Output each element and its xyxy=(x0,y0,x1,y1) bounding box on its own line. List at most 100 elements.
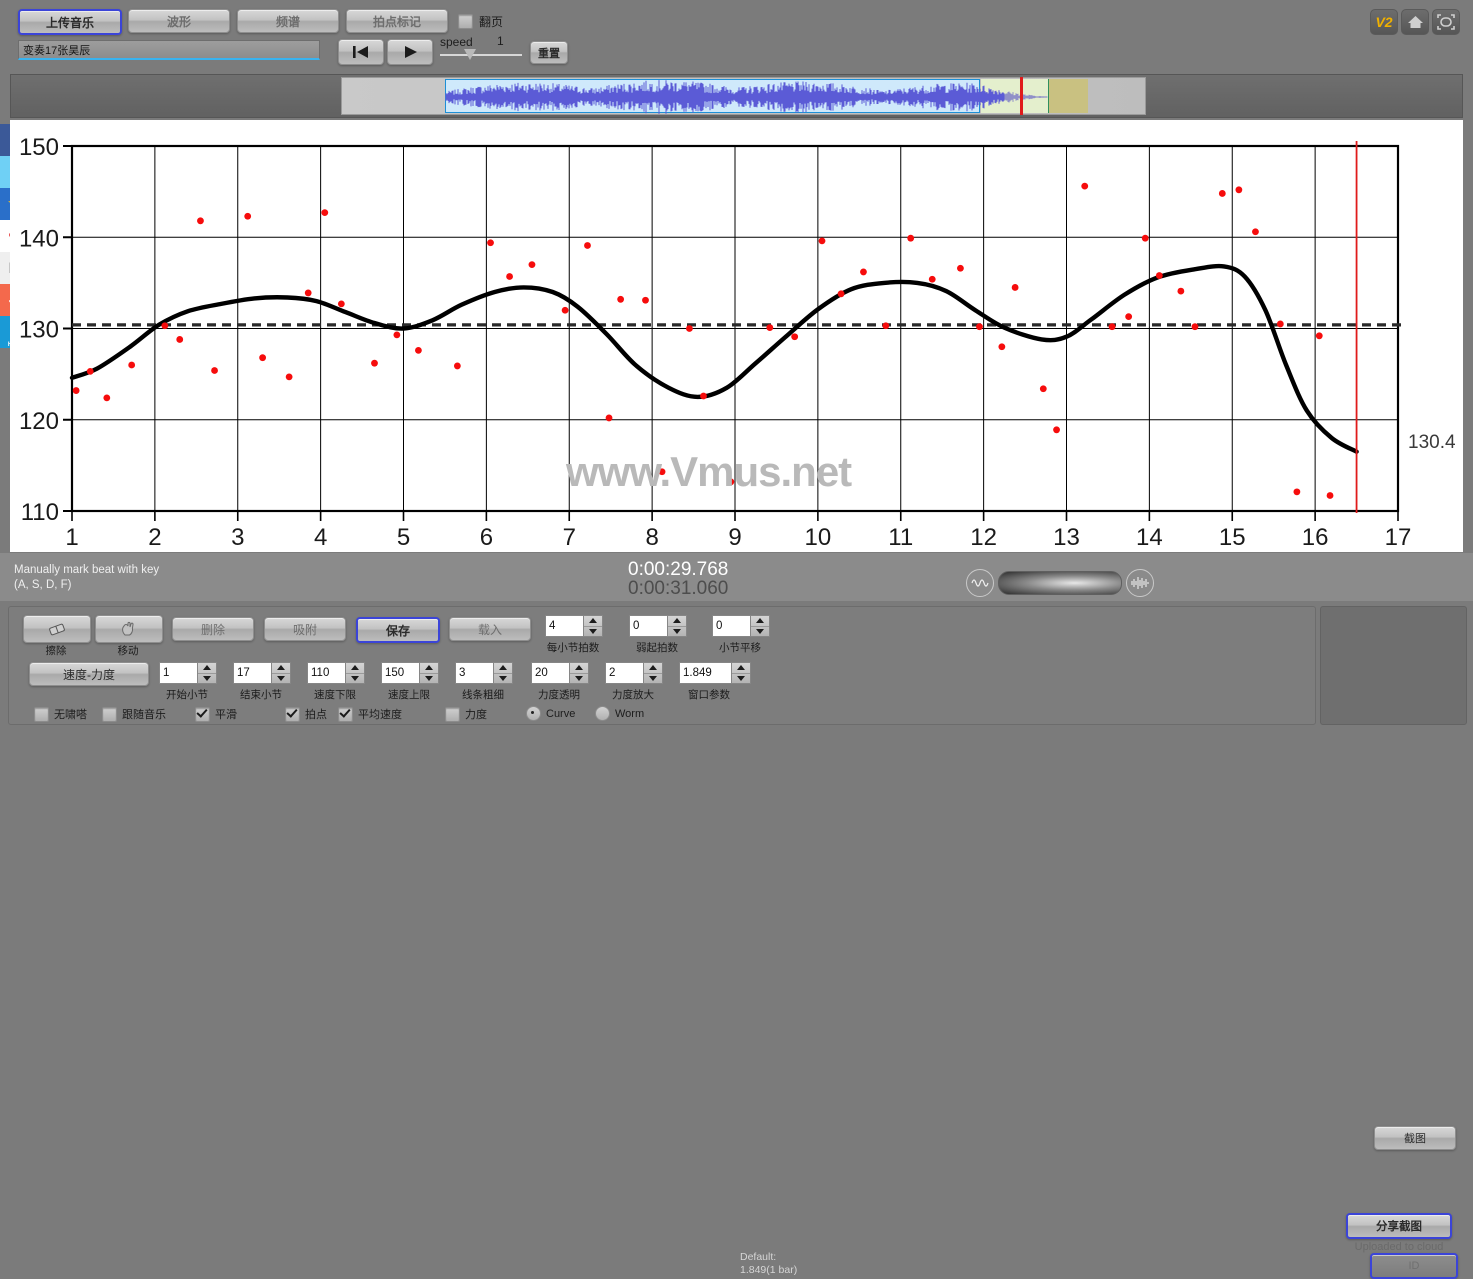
beats-per-bar-spinner[interactable]: 4 xyxy=(545,615,603,637)
delete-button[interactable]: 删除 xyxy=(172,617,254,641)
line-width-spinner[interactable]: 3 xyxy=(455,662,513,684)
waveform-loop-region[interactable] xyxy=(980,79,1048,113)
window-param-spinner[interactable]: 1.849 xyxy=(679,662,751,684)
tempo-max-spinner[interactable]: 150 xyxy=(381,662,439,684)
start-bar-spinner[interactable]: 1 xyxy=(159,662,217,684)
beats-per-bar-arrows[interactable] xyxy=(583,615,603,637)
tab-upload-music[interactable]: 上传音乐 xyxy=(18,9,122,35)
tab-waveform[interactable]: 波形 xyxy=(128,9,230,33)
beat-tempo-point xyxy=(72,387,80,394)
end-bar-arrows[interactable] xyxy=(271,662,291,684)
tab-spectrum[interactable]: 频谱 xyxy=(237,9,339,33)
window-param-value[interactable]: 1.849 xyxy=(679,662,731,684)
waveform-overview-bar[interactable] xyxy=(10,74,1463,118)
radio-curve[interactable]: Curve xyxy=(526,706,575,721)
line-width-arrows[interactable] xyxy=(493,662,513,684)
waveform-high-icon[interactable] xyxy=(1126,569,1154,597)
screenshot-button[interactable]: 截图 xyxy=(1374,1126,1456,1150)
option-beats[interactable]: 拍点 xyxy=(285,706,327,722)
waveform-low-icon[interactable] xyxy=(966,569,994,597)
dynamics-gain-value[interactable]: 2 xyxy=(605,662,643,684)
option-average-tempo-checkbox[interactable] xyxy=(338,706,353,722)
dynamics-gain-spinner[interactable]: 2 xyxy=(605,662,663,684)
radio-curve-control[interactable] xyxy=(526,706,541,721)
end-bar-value[interactable]: 17 xyxy=(233,662,271,684)
beat-tempo-point xyxy=(161,322,169,330)
option-dynamics-checkbox[interactable] xyxy=(445,706,460,722)
pickup-beats-arrows[interactable] xyxy=(667,615,687,637)
option-smooth[interactable]: 平滑 xyxy=(195,706,237,722)
volume-slider-group[interactable] xyxy=(966,569,1154,597)
beat-tempo-point xyxy=(818,237,826,245)
dynamics-alpha-value[interactable]: 20 xyxy=(531,662,569,684)
option-follow-music[interactable]: 跟随音乐 xyxy=(102,706,166,722)
tab-upload-music-label: 上传音乐 xyxy=(45,15,94,30)
dynamics-alpha-spinner[interactable]: 20 xyxy=(531,662,589,684)
share-screenshot-button[interactable]: 分享截图 xyxy=(1346,1213,1452,1239)
option-smooth-checkbox[interactable] xyxy=(195,706,210,722)
bar-shift-value[interactable]: 0 xyxy=(712,615,750,637)
mean-tempo-label: 130.4 xyxy=(1408,432,1456,453)
radio-worm[interactable]: Worm xyxy=(595,706,644,721)
tempo-min-spinner[interactable]: 110 xyxy=(307,662,365,684)
save-button[interactable]: 保存 xyxy=(356,617,440,643)
speed-slider-group[interactable]: speed 1 xyxy=(440,34,528,66)
end-bar-spinner[interactable]: 17 xyxy=(233,662,291,684)
flip-page-checkbox[interactable] xyxy=(458,14,473,29)
tempo-max-value[interactable]: 150 xyxy=(381,662,419,684)
speed-slider-track[interactable] xyxy=(440,54,522,56)
dynamics-gain-arrows[interactable] xyxy=(643,662,663,684)
bar-shift-arrows[interactable] xyxy=(750,615,770,637)
start-bar-arrows[interactable] xyxy=(197,662,217,684)
waveform-playhead[interactable] xyxy=(1020,77,1023,115)
beat-tempo-point xyxy=(605,414,613,422)
pickup-beats-spinner[interactable]: 0 xyxy=(629,615,687,637)
beats-per-bar-value[interactable]: 4 xyxy=(545,615,583,637)
beat-tempo-point xyxy=(1125,313,1133,321)
option-average-tempo[interactable]: 平均速度 xyxy=(338,706,402,722)
option-no-click-checkbox[interactable] xyxy=(34,706,49,722)
start-bar-value[interactable]: 1 xyxy=(159,662,197,684)
option-beats-checkbox[interactable] xyxy=(285,706,300,722)
pickup-beats-value[interactable]: 0 xyxy=(629,615,667,637)
x-tick-label: 13 xyxy=(1053,524,1080,551)
tempo-max-arrows[interactable] xyxy=(419,662,439,684)
move-tool-button[interactable] xyxy=(95,615,163,643)
cloud-id-label: ID xyxy=(1408,1260,1420,1272)
beat-tempo-point xyxy=(103,394,111,402)
radio-worm-control[interactable] xyxy=(595,706,610,721)
window-param-arrows[interactable] xyxy=(731,662,751,684)
volume-slider-track[interactable] xyxy=(998,571,1122,595)
option-follow-music-checkbox[interactable] xyxy=(102,706,117,722)
cloud-id-button[interactable]: ID xyxy=(1370,1253,1458,1279)
beat-tempo-point xyxy=(1011,284,1019,291)
tab-beat-marker[interactable]: 拍点标记 xyxy=(346,9,448,33)
tempo-min-value[interactable]: 110 xyxy=(307,662,345,684)
radio-worm-label: Worm xyxy=(615,707,645,720)
line-width-value[interactable]: 3 xyxy=(455,662,493,684)
dynamics-alpha-arrows[interactable] xyxy=(569,662,589,684)
bar-shift-spinner[interactable]: 0 xyxy=(712,615,770,637)
eraser-tool-button[interactable] xyxy=(23,615,91,643)
snap-button[interactable]: 吸附 xyxy=(264,617,346,641)
v2-badge-icon[interactable]: V2 xyxy=(1370,9,1398,35)
speed-slider-thumb[interactable] xyxy=(464,49,476,60)
tempo-min-arrows[interactable] xyxy=(345,662,365,684)
skip-back-button[interactable] xyxy=(338,39,384,65)
home-icon[interactable] xyxy=(1401,9,1429,35)
reset-button[interactable]: 重置 xyxy=(530,41,568,64)
beat-tempo-point xyxy=(528,261,536,269)
waveform-selection-region[interactable] xyxy=(445,79,980,113)
track-title-input[interactable]: 变奏17张昊辰 xyxy=(18,40,320,60)
fullscreen-icon[interactable] xyxy=(1432,9,1460,35)
eraser-icon xyxy=(49,623,65,635)
tempo-chart[interactable]: 110 120 130 140 150 1 2 3 4 5 6 7 8 9 10 11 12 13 14 15 16 17… xyxy=(10,120,1463,552)
waveform-tail-region[interactable] xyxy=(1048,79,1088,113)
flip-page-checkbox-group[interactable]: 翻页 xyxy=(458,13,503,30)
option-no-click[interactable]: 无啸嗒 xyxy=(34,706,87,722)
waveform-canvas[interactable] xyxy=(341,77,1146,115)
tempo-dynamics-mode-button[interactable]: 速度-力度 xyxy=(29,662,149,686)
load-button[interactable]: 载入 xyxy=(449,617,531,641)
option-dynamics[interactable]: 力度 xyxy=(445,706,487,722)
play-button[interactable] xyxy=(387,39,433,65)
